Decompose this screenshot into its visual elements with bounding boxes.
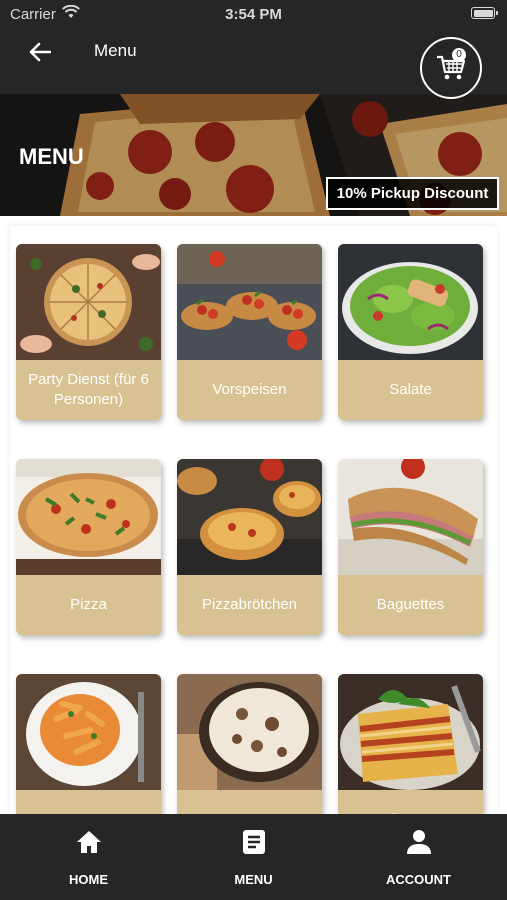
nav-label-account: ACCOUNT [386, 872, 451, 887]
category-card-risotto[interactable] [177, 674, 322, 814]
salad-image [338, 244, 483, 360]
category-label: Party Dienst (für 6 Personen) [28, 371, 149, 408]
pasta-image [16, 674, 161, 790]
party-pizza-image [16, 244, 161, 360]
pizza-image [16, 459, 161, 575]
hero-title: MENU [19, 144, 84, 169]
nav-item-home[interactable]: HOME [4, 814, 173, 900]
category-grid: Party Dienst (für 6 Personen) Vorspeisen [10, 226, 497, 814]
nav-item-menu[interactable]: MENU [169, 814, 338, 900]
nav-label-home: HOME [69, 872, 108, 887]
bottom-navigation: HOME MENU ACCOUNT [0, 814, 507, 900]
cart-button[interactable] [420, 37, 482, 99]
category-card-pizza[interactable]: Pizza [16, 459, 161, 635]
nav-label-menu: MENU [234, 872, 273, 887]
baguette-image [338, 459, 483, 575]
category-label: Vorspeisen [212, 381, 287, 398]
category-label: Pizzabrötchen [201, 596, 298, 613]
risotto-image [177, 674, 322, 790]
category-card-vorspeisen[interactable]: Vorspeisen [177, 244, 322, 420]
page-title: Menu [94, 41, 137, 60]
arrow-left-icon [29, 42, 51, 62]
account-icon [406, 828, 432, 856]
status-time: 3:54 PM [225, 6, 282, 23]
category-label: Salate [389, 381, 432, 398]
battery-icon [471, 7, 498, 19]
category-card-al-forno[interactable]: Al Forno [338, 674, 483, 814]
category-label: Baguettes [376, 596, 445, 613]
category-label [177, 790, 322, 814]
category-card-pizzabroetchen[interactable]: Pizzabrötchen [177, 459, 322, 635]
cart-count-badge: 0 [452, 48, 466, 62]
category-card-party-dienst[interactable]: Party Dienst (für 6 Personen) [16, 244, 161, 420]
category-label [16, 790, 161, 814]
menu-book-icon [242, 828, 266, 856]
back-button[interactable] [24, 38, 56, 66]
lasagna-image [338, 674, 483, 790]
pickup-discount-badge[interactable]: 10% Pickup Discount [326, 177, 499, 210]
status-bar: Carrier 3:54 PM [0, 0, 507, 28]
category-label: Pizza [70, 596, 107, 613]
home-icon [76, 828, 102, 856]
category-label: Al Forno [338, 790, 483, 814]
category-card-baguettes[interactable]: Baguettes [338, 459, 483, 635]
pizza-rolls-image [177, 459, 322, 575]
category-card-pasta[interactable] [16, 674, 161, 814]
category-card-salate[interactable]: Salate [338, 244, 483, 420]
nav-item-account[interactable]: ACCOUNT [334, 814, 503, 900]
bruschetta-image [177, 244, 322, 360]
